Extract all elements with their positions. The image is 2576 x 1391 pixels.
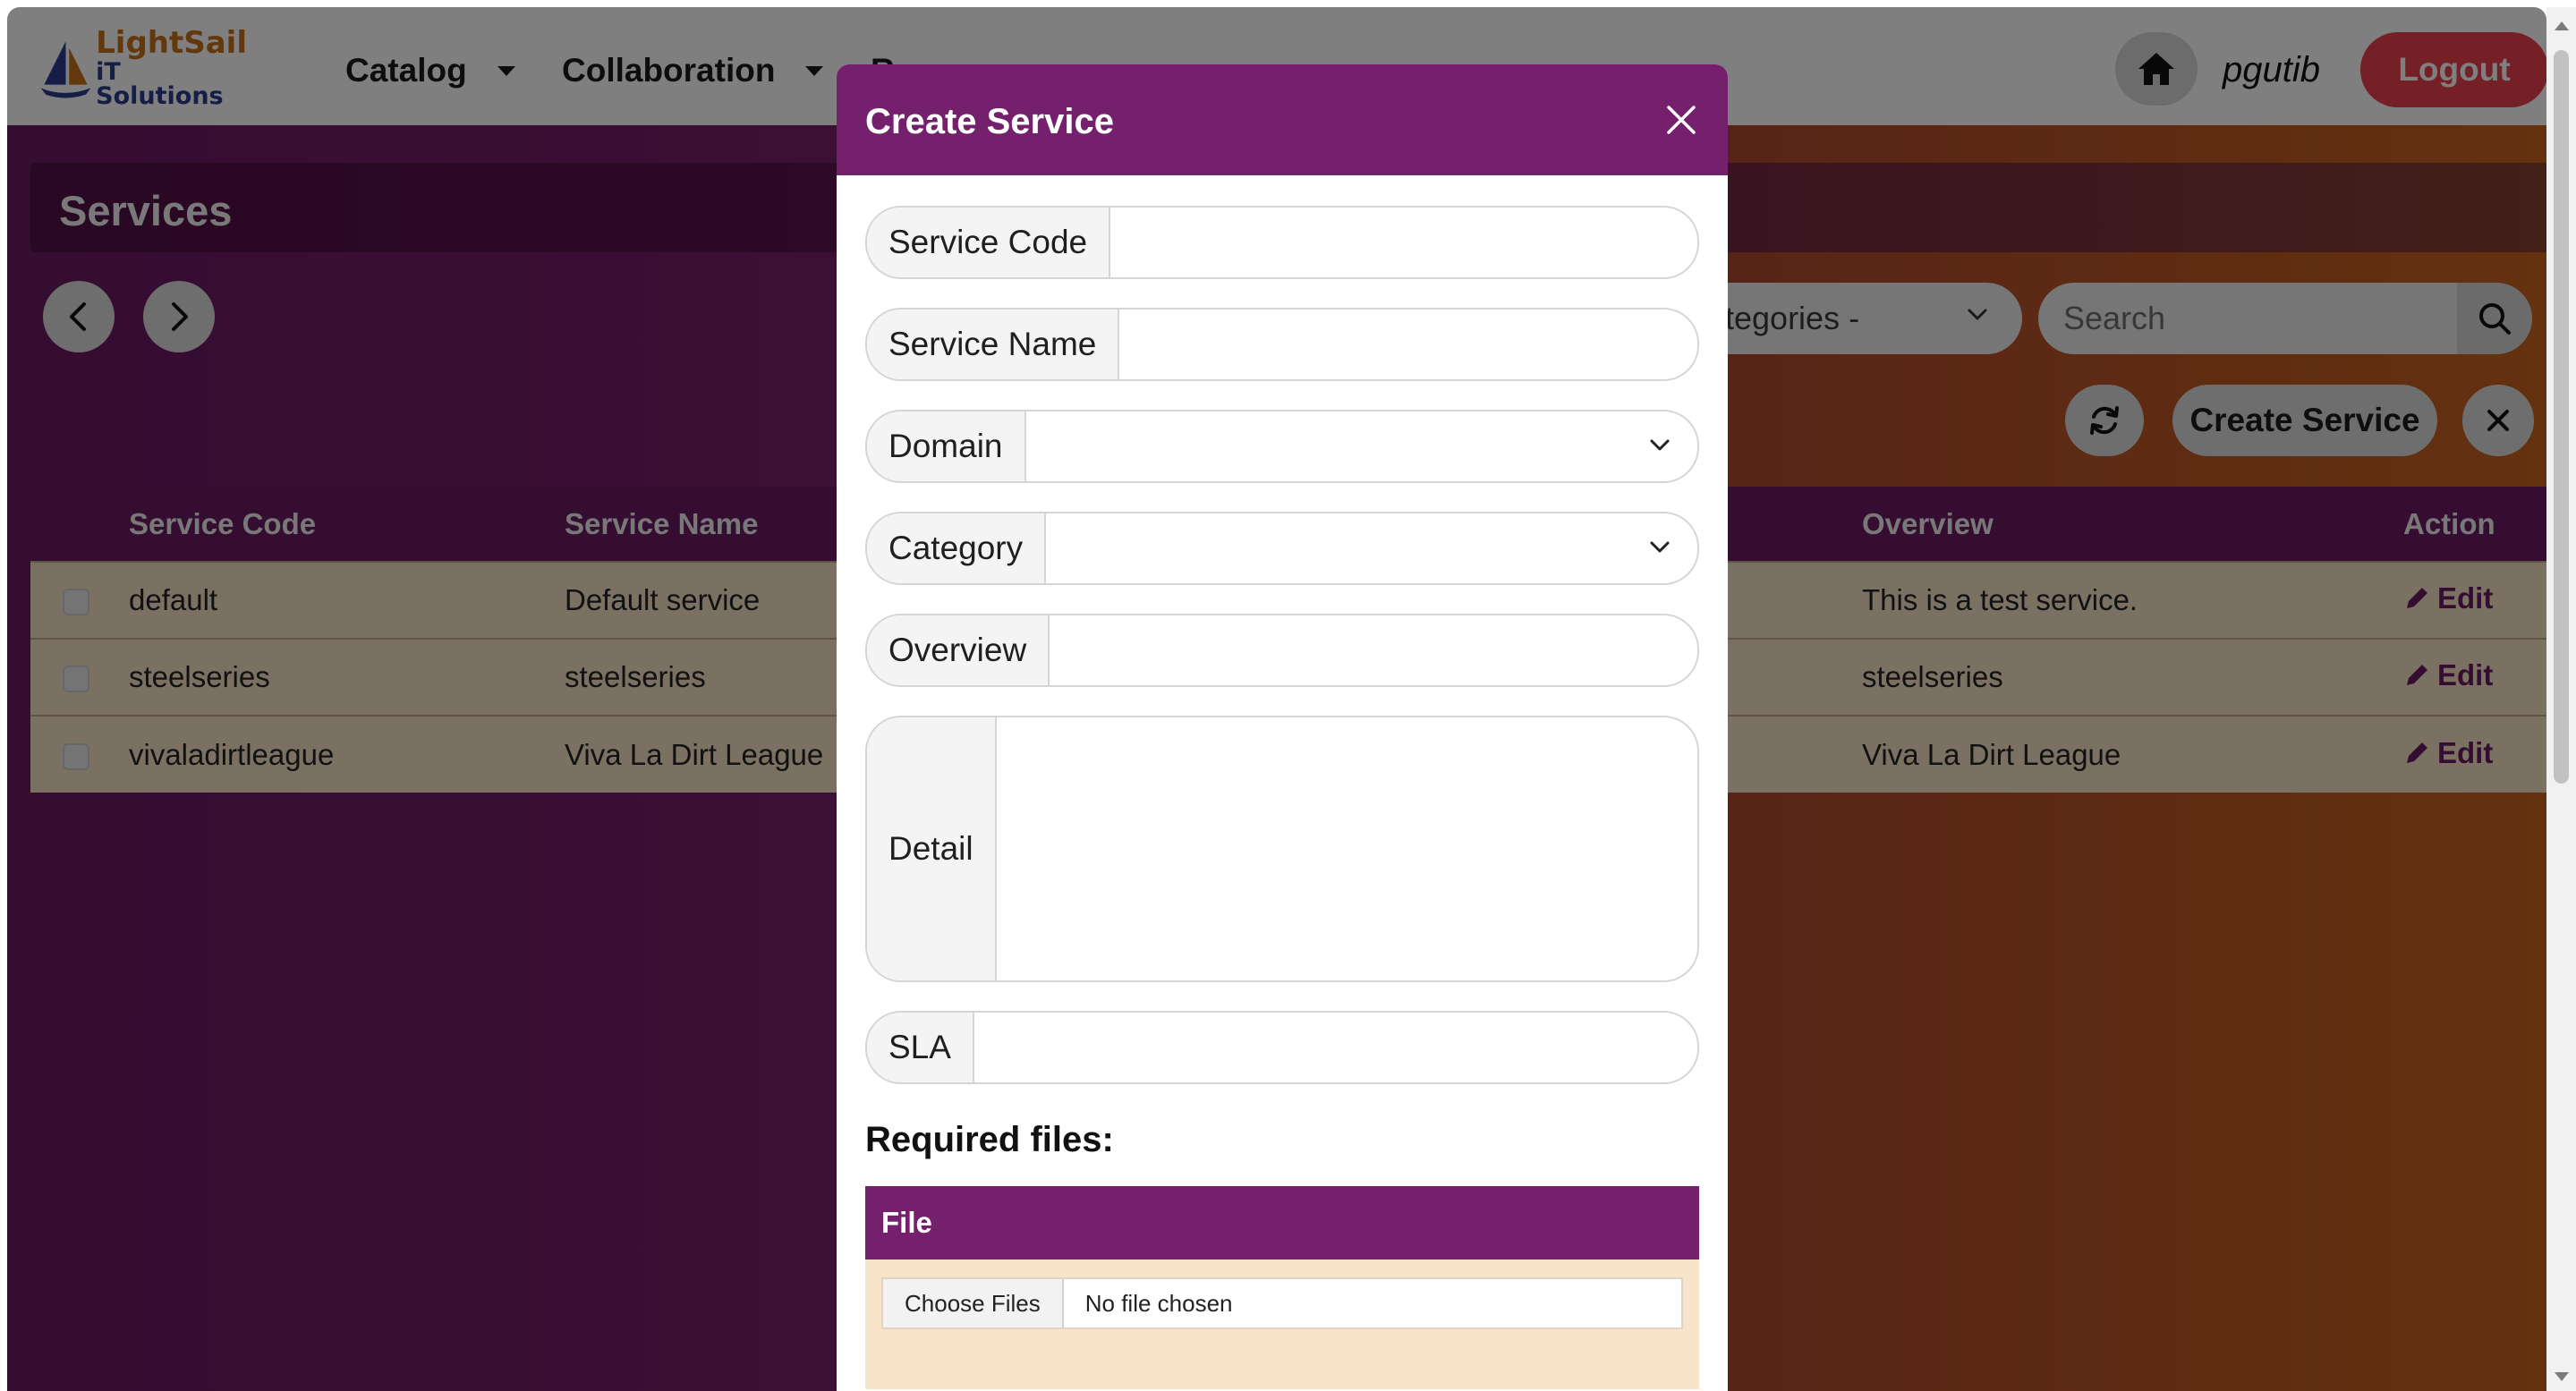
no-file-text: No file chosen (1084, 1289, 1233, 1317)
sla-field: SLA (865, 1011, 1699, 1084)
modal-title: Create Service (865, 102, 1114, 141)
files-table-header: File (865, 1186, 1699, 1260)
scrollbar-thumb[interactable] (2554, 50, 2569, 784)
service-code-label: Service Code (867, 208, 1111, 277)
scrollbar[interactable] (2546, 7, 2576, 1391)
service-name-label: Service Name (867, 310, 1120, 379)
domain-select[interactable] (1026, 411, 1698, 481)
files-table-body: Choose Files No file chosen (865, 1260, 1699, 1389)
required-files-title: Required files: (865, 1120, 1114, 1159)
service-code-input[interactable] (1110, 208, 1697, 277)
chevron-down-icon (1650, 439, 1670, 451)
files-table: File Choose Files No file chosen (865, 1186, 1699, 1389)
service-name-field: Service Name (865, 308, 1699, 381)
close-icon[interactable] (1663, 102, 1699, 138)
category-label: Category (867, 513, 1047, 583)
detail-textarea[interactable] (996, 717, 1697, 980)
chevron-down-icon (1650, 541, 1670, 553)
detail-label: Detail (867, 717, 997, 980)
category-select[interactable] (1046, 513, 1697, 583)
domain-label: Domain (867, 411, 1026, 481)
service-name-input[interactable] (1119, 310, 1697, 379)
category-field: Category (865, 512, 1699, 585)
overview-input[interactable] (1050, 615, 1697, 685)
detail-field: Detail (865, 716, 1699, 982)
modal-header: Create Service (837, 64, 1728, 175)
scroll-down-arrow-icon[interactable] (2555, 1372, 2569, 1381)
create-service-modal: Create Service Service Code Service Name… (837, 64, 1728, 1391)
choose-files-button[interactable]: Choose Files (883, 1279, 1064, 1327)
overview-field: Overview (865, 614, 1699, 687)
service-code-field: Service Code (865, 206, 1699, 279)
domain-field: Domain (865, 410, 1699, 483)
overview-label: Overview (867, 615, 1050, 685)
sla-label: SLA (867, 1013, 974, 1082)
file-picker[interactable]: Choose Files No file chosen (881, 1277, 1683, 1329)
page: LightSail iT Solutions Catalog Collabora… (7, 7, 2546, 1391)
sla-input[interactable] (973, 1013, 1697, 1082)
scroll-up-arrow-icon[interactable] (2555, 21, 2569, 30)
